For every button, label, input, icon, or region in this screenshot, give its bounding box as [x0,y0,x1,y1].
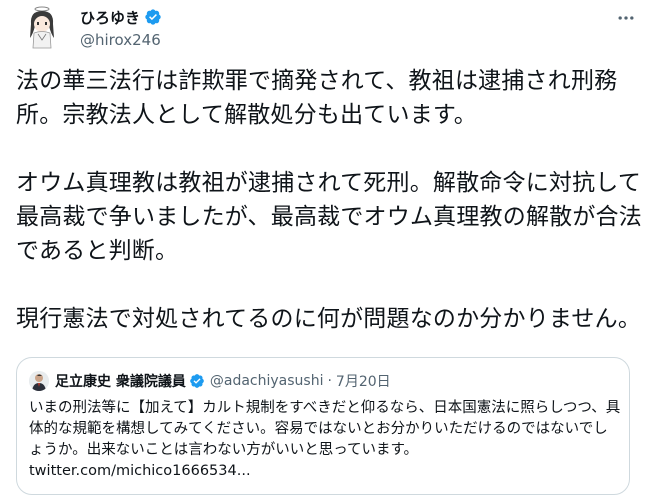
author-avatar[interactable] [18,4,66,52]
quoted-tweet-link[interactable]: twitter.com/michico1666534... [29,463,251,479]
quoted-tweet-text: いまの刑法等に【加えて】カルト規制をすべきだと仰るなら、日本国憲法に照らしつつ、… [29,398,621,482]
verified-badge-icon [144,8,162,26]
person-avatar-icon [29,371,49,391]
quoted-author-avatar[interactable] [29,371,49,391]
author-display-name[interactable]: ひろゆき [80,7,140,28]
tweet-text: 法の華三法行は詐欺罪で摘発されて、教祖は逮捕され刑務所。宗教法人として解散処分も… [16,64,644,336]
quoted-author-display-name[interactable]: 足立康史 衆議院議員 [55,371,186,391]
author-handle[interactable]: @hirox246 [80,31,162,49]
separator-dot: · [327,373,332,389]
quoted-author-handle[interactable]: @adachiyasushi [210,373,324,389]
more-horizontal-icon [618,16,634,20]
tweet-paragraph: 現行憲法で対処されてるのに何が問題なのか分かりません。 [16,306,642,332]
quoted-tweet-card[interactable]: 足立康史 衆議院議員 @adachiyasushi · 7月20日 いまの刑法等… [16,357,630,495]
quoted-tweet-body: いまの刑法等に【加えて】カルト規制をすべきだと仰るなら、日本国憲法に照らしつつ、… [29,400,621,458]
more-options-button[interactable] [612,4,640,32]
tweet-header: ひろゆき @hirox246 [16,4,644,56]
verified-badge-icon [189,373,205,389]
quoted-tweet-header: 足立康史 衆議院議員 @adachiyasushi · 7月20日 [29,370,391,392]
tweet-paragraph: オウム真理教は教祖が逮捕されて死刑。解散命令に対抗して最高裁で争いましたが、最高… [16,170,642,264]
tweet-paragraph: 法の華三法行は詐欺罪で摘発されて、教祖は逮捕され刑務所。宗教法人として解散処分も… [16,68,618,128]
author-name-block: ひろゆき @hirox246 [80,6,162,50]
quoted-tweet-date[interactable]: 7月20日 [336,371,391,391]
display-name-row: ひろゆき [80,6,162,28]
avatar-illustration-icon [18,4,66,52]
